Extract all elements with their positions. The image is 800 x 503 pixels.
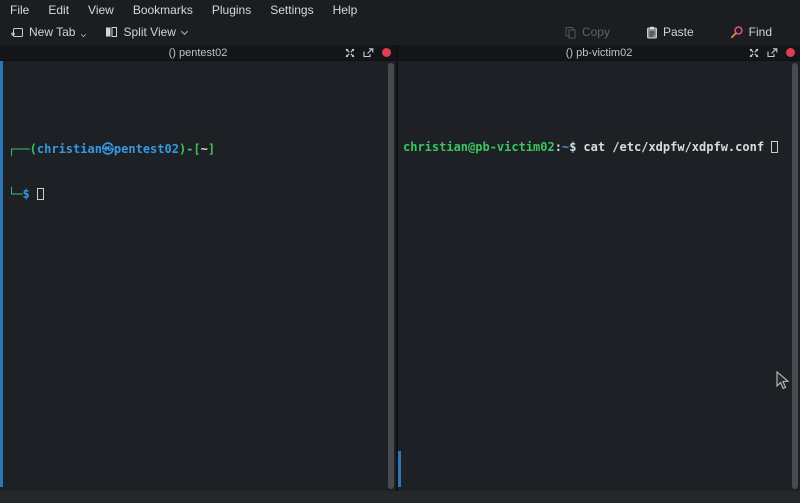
find-magnifier-icon: [730, 25, 744, 39]
close-view-icon[interactable]: [786, 48, 795, 57]
scrollbar[interactable]: [792, 63, 798, 489]
menu-item-plugins[interactable]: Plugins: [212, 3, 251, 17]
terminal-pentest02[interactable]: ┌──(christian㉿pentest02)-[~] └─$: [0, 61, 396, 491]
terminal-output: ┌──(christian㉿pentest02)-[~] └─$: [0, 106, 396, 232]
split-view-label: Split View: [123, 25, 175, 39]
copy-label: Copy: [582, 25, 610, 39]
menu-item-settings[interactable]: Settings: [270, 3, 313, 17]
prompt-line: christian@pb-victim02:~$cat /etc/xdpfw/x…: [403, 140, 792, 155]
terminal-cursor: [37, 188, 44, 200]
maximize-view-icon[interactable]: [345, 48, 355, 58]
mouse-cursor: [776, 371, 790, 391]
split-view-icon: [105, 26, 118, 38]
paste-label: Paste: [663, 25, 694, 39]
copy-icon: [564, 26, 577, 39]
window-bottom-edge: [0, 491, 800, 503]
konsole-window: File Edit View Bookmarks Plugins Setting…: [0, 0, 800, 503]
focus-indicator-bar: [0, 61, 3, 487]
pane-pentest02: () pentest02: [0, 45, 396, 491]
new-tab-icon: [10, 26, 24, 39]
terminal-output: christian@pb-victim02:~$cat /etc/xdpfw/x…: [398, 106, 800, 185]
pane-header-icons: [749, 45, 795, 60]
prompt-line-2: └─$: [8, 187, 386, 202]
new-tab-button[interactable]: New Tab: [10, 25, 87, 39]
split-view-button[interactable]: Split View: [105, 25, 187, 39]
detach-view-icon[interactable]: [767, 48, 778, 58]
copy-button[interactable]: Copy: [564, 25, 610, 39]
prompt-line-1: ┌──(christian㉿pentest02)-[~]: [8, 142, 386, 157]
pane-header-icons: [345, 45, 391, 60]
paste-icon: [646, 26, 658, 39]
toolbar: New Tab Split View Copy: [0, 19, 800, 45]
pane-pb-victim02: () pb-victim02: [398, 45, 800, 491]
chevron-down-icon: [81, 31, 86, 36]
menu-item-view[interactable]: View: [88, 3, 114, 17]
pane-header-pentest02[interactable]: () pentest02: [0, 45, 396, 61]
menu-bar: File Edit View Bookmarks Plugins Setting…: [0, 0, 800, 19]
close-view-icon[interactable]: [382, 48, 391, 57]
pane-header-pb-victim02[interactable]: () pb-victim02: [398, 45, 800, 61]
scrollbar[interactable]: [388, 63, 394, 489]
maximize-view-icon[interactable]: [749, 48, 759, 58]
menu-item-edit[interactable]: Edit: [48, 3, 69, 17]
find-label: Find: [749, 25, 772, 39]
chevron-down-icon: [181, 28, 188, 35]
command-text: cat /etc/xdpfw/xdpfw.conf: [576, 140, 764, 154]
find-button[interactable]: Find: [730, 25, 772, 39]
menu-item-file[interactable]: File: [10, 3, 29, 17]
new-tab-label: New Tab: [29, 25, 75, 39]
terminal-pb-victim02[interactable]: christian@pb-victim02:~$cat /etc/xdpfw/x…: [398, 61, 800, 491]
menu-item-bookmarks[interactable]: Bookmarks: [133, 3, 193, 17]
pane-title: () pentest02: [0, 47, 396, 59]
terminal-cursor: [771, 141, 778, 153]
toolbar-right-group: Copy Paste: [564, 25, 790, 39]
pane-title: () pb-victim02: [398, 47, 800, 59]
menu-item-help[interactable]: Help: [333, 3, 358, 17]
detach-view-icon[interactable]: [363, 48, 374, 58]
split-view-container: () pentest02: [0, 45, 800, 491]
focus-indicator-bar: [398, 451, 401, 487]
paste-button[interactable]: Paste: [646, 25, 694, 39]
